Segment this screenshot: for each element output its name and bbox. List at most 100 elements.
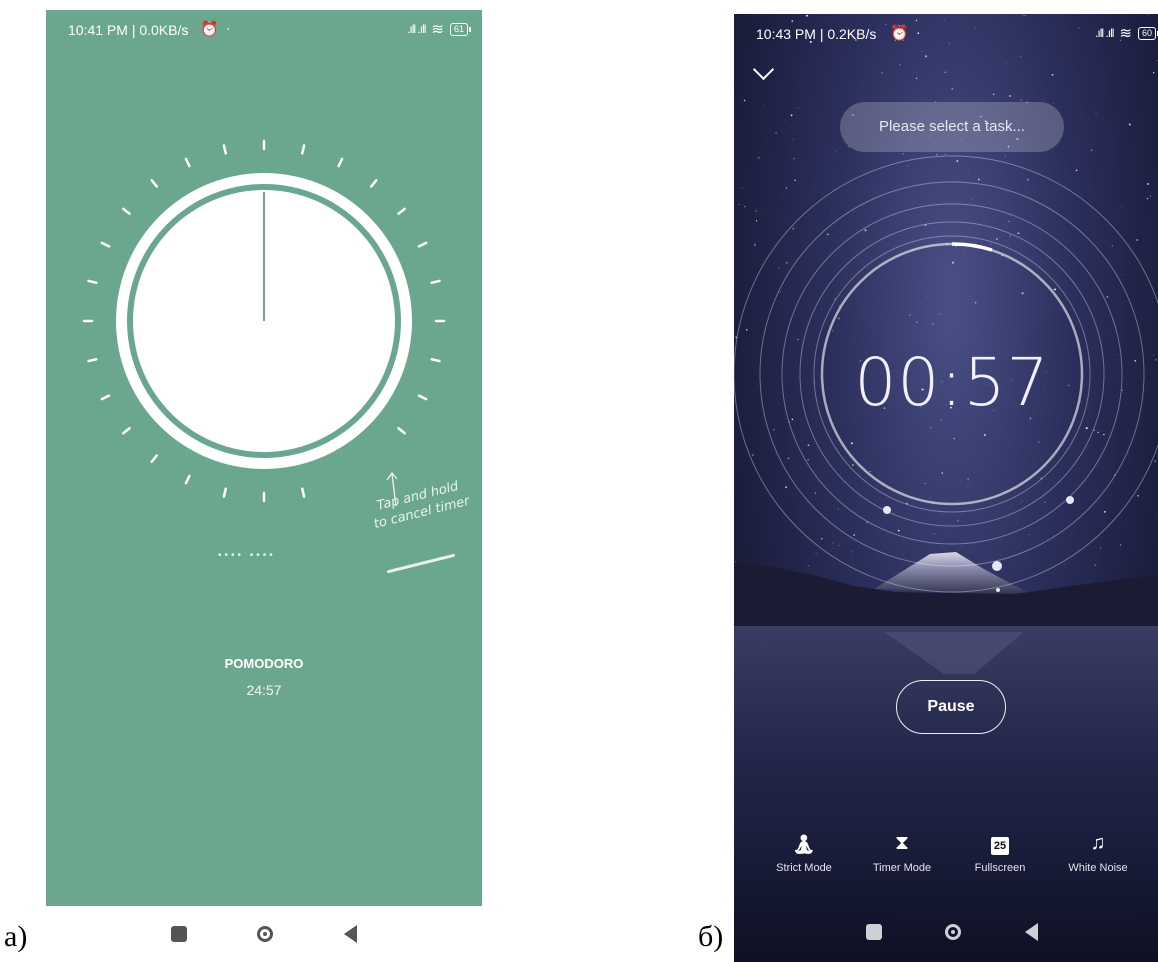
night-sky-background <box>734 14 1158 962</box>
star <box>1040 314 1042 315</box>
star <box>1120 206 1122 208</box>
star <box>838 544 840 546</box>
star <box>755 210 757 212</box>
star <box>1120 544 1122 546</box>
star <box>1090 149 1093 152</box>
progress-dots: •••• •••• <box>218 550 276 561</box>
star <box>1021 292 1024 295</box>
dial-tick <box>430 279 441 284</box>
star <box>1051 73 1054 76</box>
dial-tick <box>87 279 98 284</box>
star <box>1137 494 1139 497</box>
white-noise-button[interactable]: ♫ White Noise <box>1048 832 1148 874</box>
star <box>952 261 954 264</box>
star <box>967 486 969 487</box>
dial-tick <box>337 157 344 168</box>
star <box>869 470 871 473</box>
star <box>992 93 995 96</box>
dial-tick <box>430 358 441 363</box>
dial-tick <box>417 241 428 248</box>
star <box>967 169 969 171</box>
star <box>1009 235 1012 237</box>
star <box>935 153 938 156</box>
star <box>897 529 900 532</box>
dial-tick <box>184 474 191 485</box>
status-time: 10:43 PM | 0.2KB/s <box>756 26 877 42</box>
tool-label: White Noise <box>1068 862 1128 874</box>
star <box>983 433 986 437</box>
hourglass-icon: ⧗ <box>894 832 910 854</box>
star <box>782 197 784 199</box>
star <box>938 260 940 262</box>
orbit-dot <box>883 506 891 514</box>
star <box>1109 332 1111 334</box>
status-indicators: .ıll .ıll ≋ 60 <box>1095 24 1158 42</box>
star <box>775 131 778 134</box>
star <box>844 279 845 280</box>
star <box>778 267 780 269</box>
timer-progress-arc <box>951 242 993 252</box>
calendar-badge: 25 <box>991 837 1009 855</box>
star <box>1130 435 1131 437</box>
star <box>1017 232 1020 235</box>
star <box>769 94 770 95</box>
task-selector[interactable]: Please select a task... <box>840 102 1064 152</box>
star <box>794 179 796 182</box>
star <box>944 71 946 73</box>
home-icon[interactable] <box>945 924 962 940</box>
star <box>785 187 787 189</box>
star <box>996 238 998 240</box>
star <box>902 153 904 155</box>
star <box>1052 289 1054 291</box>
timer-dial[interactable] <box>46 10 482 906</box>
dial-tick <box>184 157 191 168</box>
home-icon[interactable] <box>257 926 274 942</box>
star <box>921 51 922 52</box>
strict-mode-button[interactable]: 🧘︎ Strict Mode <box>754 832 854 874</box>
recents-icon[interactable] <box>865 924 882 940</box>
timer-mode-button[interactable]: ⧗ Timer Mode <box>852 832 952 874</box>
star <box>1154 460 1157 463</box>
recents-icon[interactable] <box>171 926 188 942</box>
star <box>1146 197 1149 200</box>
star <box>807 458 809 461</box>
star <box>851 551 854 553</box>
star <box>1094 564 1097 567</box>
star <box>1128 462 1130 463</box>
star <box>841 284 843 285</box>
dial-tick <box>222 487 227 498</box>
star <box>1136 239 1139 241</box>
star <box>1014 539 1015 541</box>
star <box>974 301 977 304</box>
meditation-icon: 🧘︎ <box>791 834 817 856</box>
star <box>926 297 928 298</box>
star <box>989 260 990 262</box>
star <box>785 486 788 489</box>
star <box>787 457 790 460</box>
star <box>797 338 799 341</box>
star <box>734 286 735 288</box>
dial-tick <box>100 394 111 401</box>
star <box>807 565 809 567</box>
star <box>1038 441 1040 443</box>
star <box>1053 103 1054 105</box>
back-icon[interactable] <box>343 925 357 943</box>
star <box>938 313 941 315</box>
star <box>956 160 959 163</box>
pause-button[interactable]: Pause <box>896 680 1006 734</box>
star <box>832 542 834 544</box>
phone-b: 10:43 PM | 0.2KB/s ⏰ · .ıll .ıll ≋ 60 Pl… <box>734 14 1158 962</box>
fullscreen-button[interactable]: 25 Fullscreen <box>950 832 1050 874</box>
orbit-dot <box>1066 496 1074 504</box>
dial-tick <box>150 179 159 188</box>
star <box>742 204 743 205</box>
star <box>924 482 926 485</box>
timer-display: 00:57 <box>854 344 1050 421</box>
status-bar: 10:43 PM | 0.2KB/s ⏰ · .ıll .ıll ≋ 60 <box>734 14 1158 48</box>
dial-tick <box>397 426 406 435</box>
tool-label: Strict Mode <box>776 862 832 874</box>
star <box>785 261 788 264</box>
star <box>990 243 992 245</box>
star <box>972 198 973 200</box>
back-icon[interactable] <box>1025 923 1039 941</box>
